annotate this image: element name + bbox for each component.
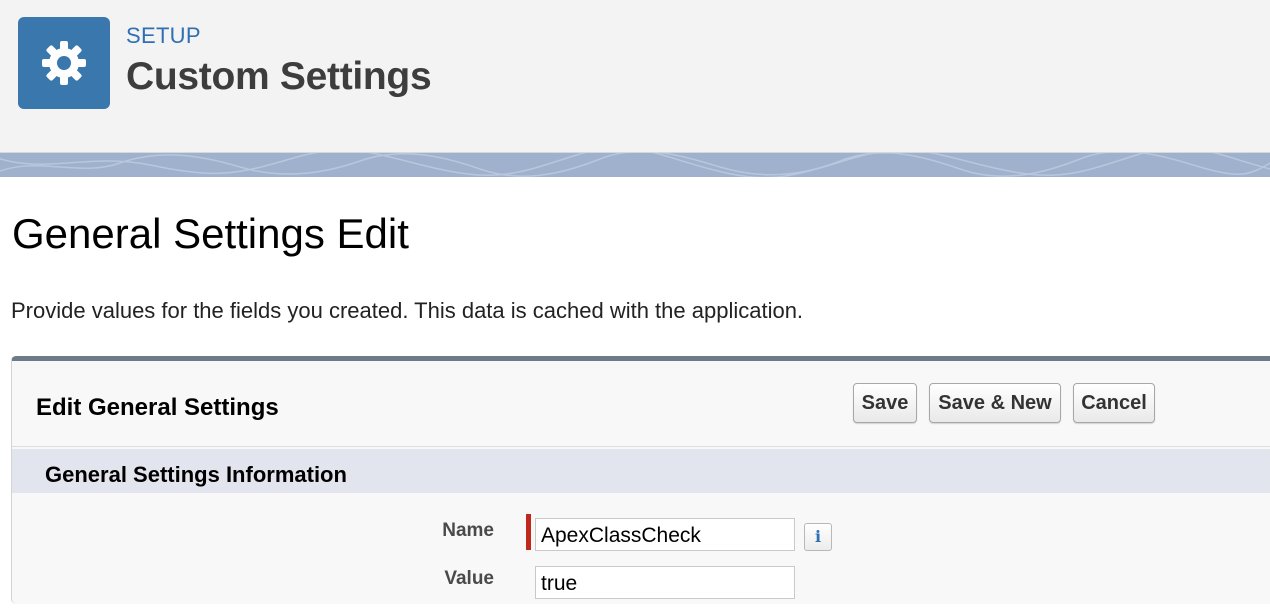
app-title: Custom Settings <box>126 55 432 98</box>
required-indicator <box>526 514 531 550</box>
banner-pattern <box>0 153 1270 177</box>
page-description: Provide values for the fields you create… <box>11 298 804 323</box>
section-header: General Settings Information <box>12 449 1270 493</box>
edit-panel: Edit General Settings Save Save & New Ca… <box>11 356 1270 604</box>
panel-header: Edit General Settings Save Save & New Ca… <box>12 361 1270 447</box>
name-label: Name <box>442 520 494 541</box>
cancel-button[interactable]: Cancel <box>1073 383 1155 423</box>
page-header: SETUP Custom Settings <box>0 0 1270 153</box>
name-input[interactable] <box>535 518 795 551</box>
section-title: General Settings Information <box>45 462 347 487</box>
value-input[interactable] <box>535 566 795 599</box>
gear-icon <box>42 41 86 85</box>
setup-app-icon <box>18 17 110 109</box>
page-title: General Settings Edit <box>12 210 409 257</box>
save-and-new-button[interactable]: Save & New <box>929 383 1061 423</box>
value-label: Value <box>444 568 494 589</box>
info-icon[interactable]: i <box>804 523 832 551</box>
save-button[interactable]: Save <box>853 383 917 423</box>
setup-eyebrow: SETUP <box>126 23 201 48</box>
panel-title: Edit General Settings <box>36 394 279 421</box>
decorative-banner <box>0 153 1270 177</box>
